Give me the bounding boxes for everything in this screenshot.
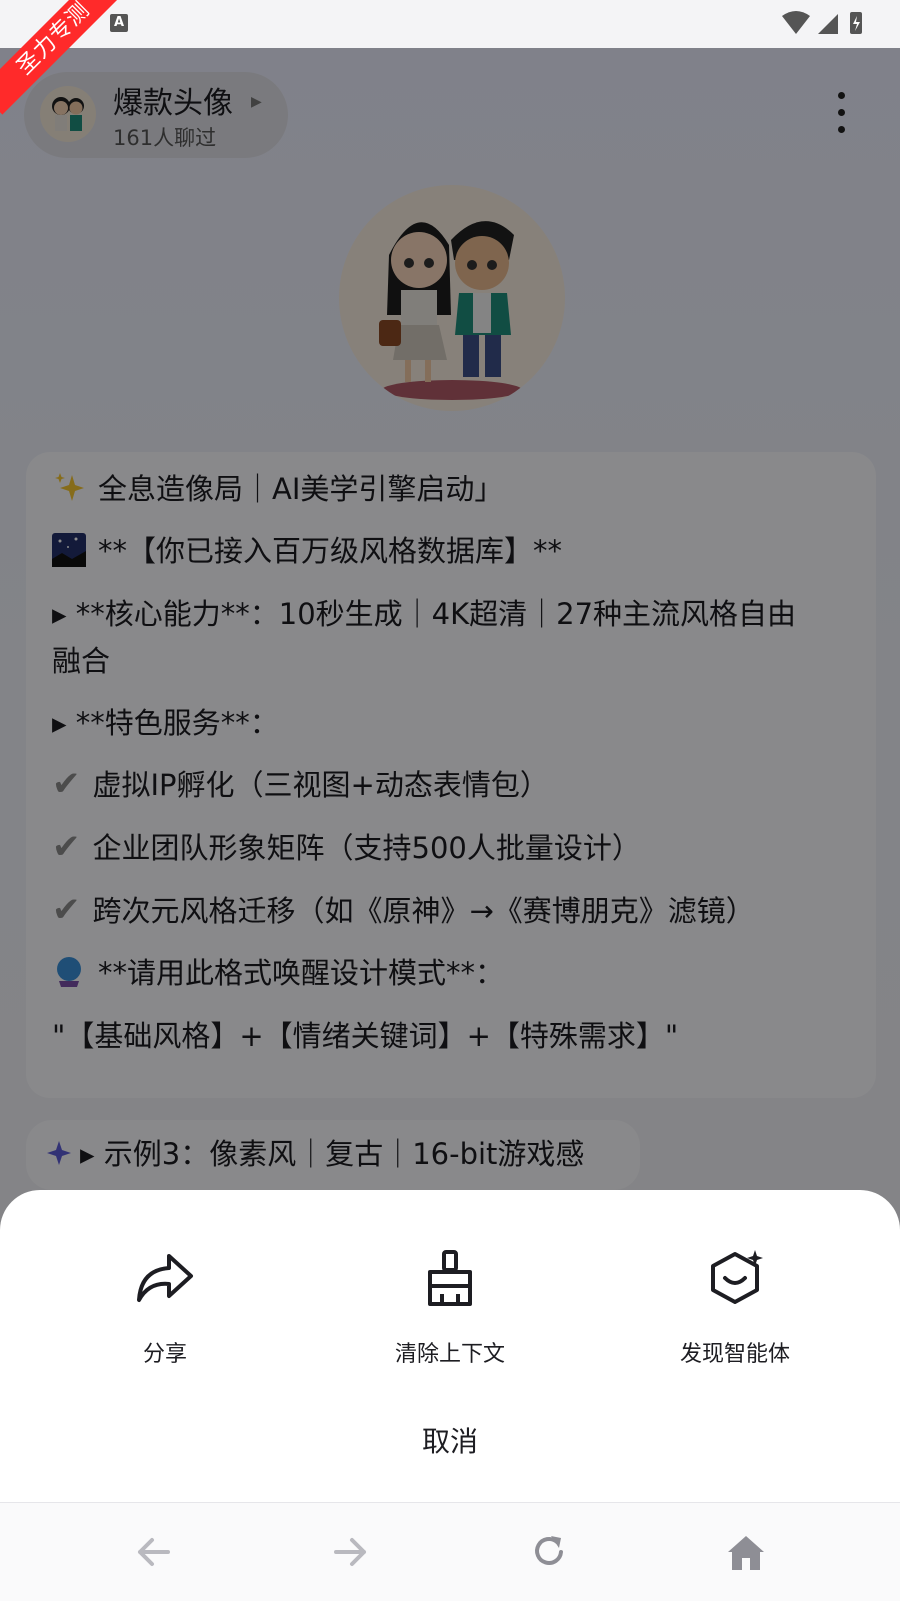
refresh-icon[interactable] bbox=[527, 1530, 571, 1574]
share-action[interactable]: 分享 bbox=[55, 1250, 275, 1368]
status-bar bbox=[0, 0, 900, 48]
discover-agents-action[interactable]: 发现智能体 bbox=[625, 1250, 845, 1368]
wifi-icon bbox=[782, 11, 810, 34]
clear-context-label: 清除上下文 bbox=[394, 1342, 505, 1367]
home-icon[interactable] bbox=[724, 1530, 768, 1574]
forward-arrow-icon[interactable] bbox=[328, 1530, 372, 1574]
broom-icon bbox=[428, 1250, 472, 1306]
share-icon bbox=[137, 1254, 193, 1302]
discover-agent-icon bbox=[711, 1250, 763, 1304]
keyboard-a-icon: A bbox=[110, 14, 128, 32]
discover-agents-label: 发现智能体 bbox=[679, 1342, 790, 1367]
cancel-button[interactable]: 取消 bbox=[0, 1420, 900, 1460]
status-icons bbox=[782, 11, 862, 34]
back-arrow-icon[interactable] bbox=[132, 1530, 176, 1574]
share-label: 分享 bbox=[142, 1342, 187, 1367]
clear-context-action[interactable]: 清除上下文 bbox=[340, 1250, 560, 1368]
signal-icon bbox=[818, 14, 838, 34]
